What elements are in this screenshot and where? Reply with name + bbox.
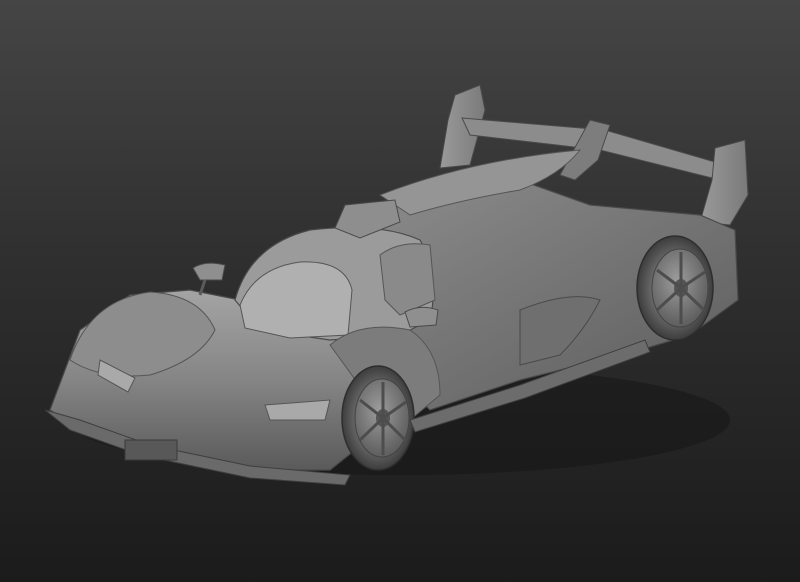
render-viewport bbox=[0, 0, 800, 582]
race-car-render bbox=[44, 84, 749, 486]
front-wheel bbox=[341, 365, 415, 471]
rear-wheel bbox=[636, 235, 714, 341]
